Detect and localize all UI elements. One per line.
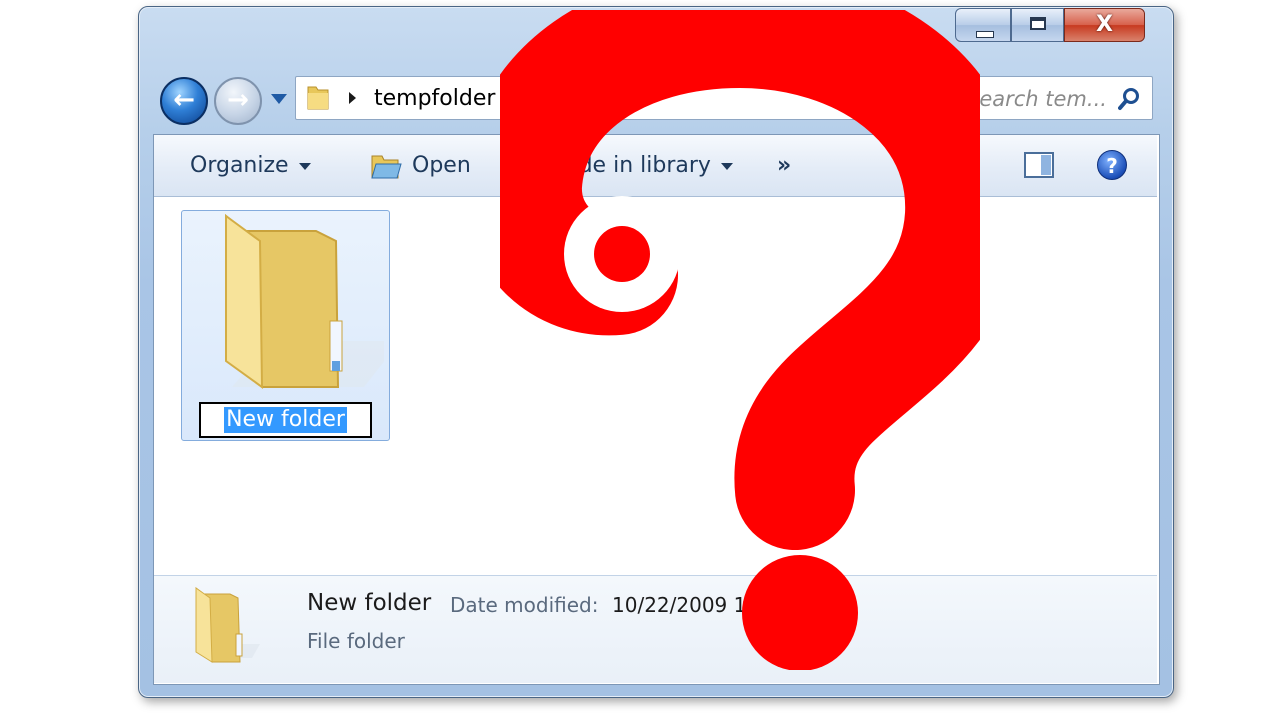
minimize-button[interactable] <box>955 8 1011 42</box>
rename-input-text[interactable]: New folder <box>224 407 347 433</box>
details-date-label: Date modified: <box>450 593 599 617</box>
address-bar[interactable]: tempfolder <box>295 76 935 120</box>
maximize-icon <box>1030 17 1046 30</box>
minimize-icon <box>976 31 994 38</box>
folder-item[interactable]: New folder <box>181 210 390 441</box>
chevron-down-icon <box>298 162 311 170</box>
organize-label: Organize <box>190 153 289 178</box>
breadcrumb-tempfolder[interactable]: tempfolder <box>374 84 495 114</box>
open-button[interactable]: Open <box>412 135 471 196</box>
close-icon: X <box>1096 12 1113 37</box>
back-arrow-icon: ← <box>173 85 195 115</box>
forward-button[interactable]: → <box>214 77 262 125</box>
close-button[interactable]: X <box>1064 8 1145 42</box>
command-bar: Organize Open Include in library » ? <box>154 135 1157 197</box>
details-type: File folder <box>307 629 405 653</box>
details-date-value: 10/22/2009 1 <box>612 593 747 617</box>
breadcrumb-separator-icon[interactable] <box>514 92 521 104</box>
folder-icon <box>307 86 329 110</box>
folder-icon <box>195 587 260 663</box>
organize-button[interactable]: Organize <box>190 135 311 196</box>
back-button[interactable]: ← <box>160 77 208 125</box>
details-name: New folder <box>307 590 432 616</box>
caption-buttons: X <box>955 8 1145 42</box>
more-commands-button[interactable]: » <box>777 135 791 196</box>
details-pane: New folder Date modified: 10/22/2009 1 F… <box>154 575 1157 683</box>
rename-field[interactable]: New folder <box>199 402 372 438</box>
folder-icon <box>225 213 384 389</box>
views-dropdown-icon[interactable] <box>966 162 980 170</box>
search-box[interactable]: Search tem... <box>949 76 1153 120</box>
open-label: Open <box>412 153 471 178</box>
more-label: » <box>777 153 792 178</box>
include-label: Include in library <box>526 153 711 178</box>
include-in-library-button[interactable]: Include in library <box>526 135 733 196</box>
help-icon[interactable]: ? <box>1097 150 1127 180</box>
chevron-down-icon <box>720 162 733 170</box>
search-input[interactable]: Search tem... <box>966 84 1107 114</box>
breadcrumb-separator-icon[interactable] <box>349 92 356 104</box>
preview-pane-icon[interactable] <box>1024 151 1054 179</box>
open-folder-icon <box>371 155 402 179</box>
recent-pages-dropdown-icon[interactable] <box>271 94 287 104</box>
search-icon[interactable] <box>1118 87 1140 111</box>
maximize-button[interactable] <box>1011 8 1064 42</box>
forward-arrow-icon: → <box>227 85 249 115</box>
